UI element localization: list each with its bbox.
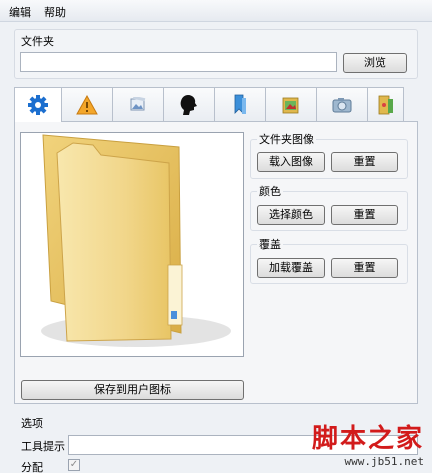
tab-green-folder[interactable] <box>367 87 404 121</box>
warning-icon <box>76 94 98 114</box>
folder-preview <box>20 132 244 357</box>
reset-image-button[interactable]: 重置 <box>331 152 398 172</box>
picture-icon <box>130 96 146 110</box>
folder-label: 文件夹 <box>21 35 54 48</box>
camera-icon <box>332 97 352 112</box>
reset-overlay-button[interactable]: 重置 <box>331 258 398 278</box>
folder-image-title: 文件夹图像 <box>257 131 316 147</box>
options-title: 选项 <box>21 417 43 430</box>
browse-button[interactable]: 浏览 <box>343 53 407 73</box>
choose-color-button[interactable]: 选择颜色 <box>257 205 325 225</box>
menu-help[interactable]: 帮助 <box>44 4 66 20</box>
menu-bar: 编辑 帮助 <box>0 0 432 22</box>
color-title: 颜色 <box>257 183 283 199</box>
tab-settings[interactable] <box>14 87 62 122</box>
reset-color-button[interactable]: 重置 <box>331 205 398 225</box>
tab-folder-image[interactable] <box>265 87 317 121</box>
folder-icon <box>41 134 231 347</box>
assign-label: 分配 <box>21 461 43 473</box>
tab-camera[interactable] <box>316 87 368 121</box>
green-folder-icon <box>378 95 393 114</box>
tooltip-label: 工具提示 <box>21 440 65 453</box>
tab-bookmark[interactable] <box>214 87 266 121</box>
bookmark-icon <box>234 94 246 114</box>
assign-checkbox[interactable]: ✓ <box>68 459 80 471</box>
tab-silhouette[interactable] <box>163 87 215 121</box>
site-watermark: 脚本之家 www.jb51.net <box>312 418 424 468</box>
load-image-button[interactable]: 载入图像 <box>257 152 325 172</box>
silhouette-icon <box>180 94 197 115</box>
tab-warning[interactable] <box>61 87 113 121</box>
load-overlay-button[interactable]: 加载覆盖 <box>257 258 325 278</box>
icon-tab-strip <box>14 87 404 122</box>
menu-edit[interactable]: 编辑 <box>9 4 31 20</box>
watermark-url: www.jb51.net <box>344 455 424 468</box>
save-to-user-icons-button[interactable]: 保存到用户图标 <box>21 380 244 400</box>
watermark-title: 脚本之家 <box>311 424 424 454</box>
gear-icon <box>28 95 48 115</box>
overlay-title: 覆盖 <box>257 236 283 252</box>
folder-path-input[interactable] <box>20 52 337 72</box>
tab-picture[interactable] <box>112 87 164 121</box>
folder-image-icon <box>282 97 299 113</box>
